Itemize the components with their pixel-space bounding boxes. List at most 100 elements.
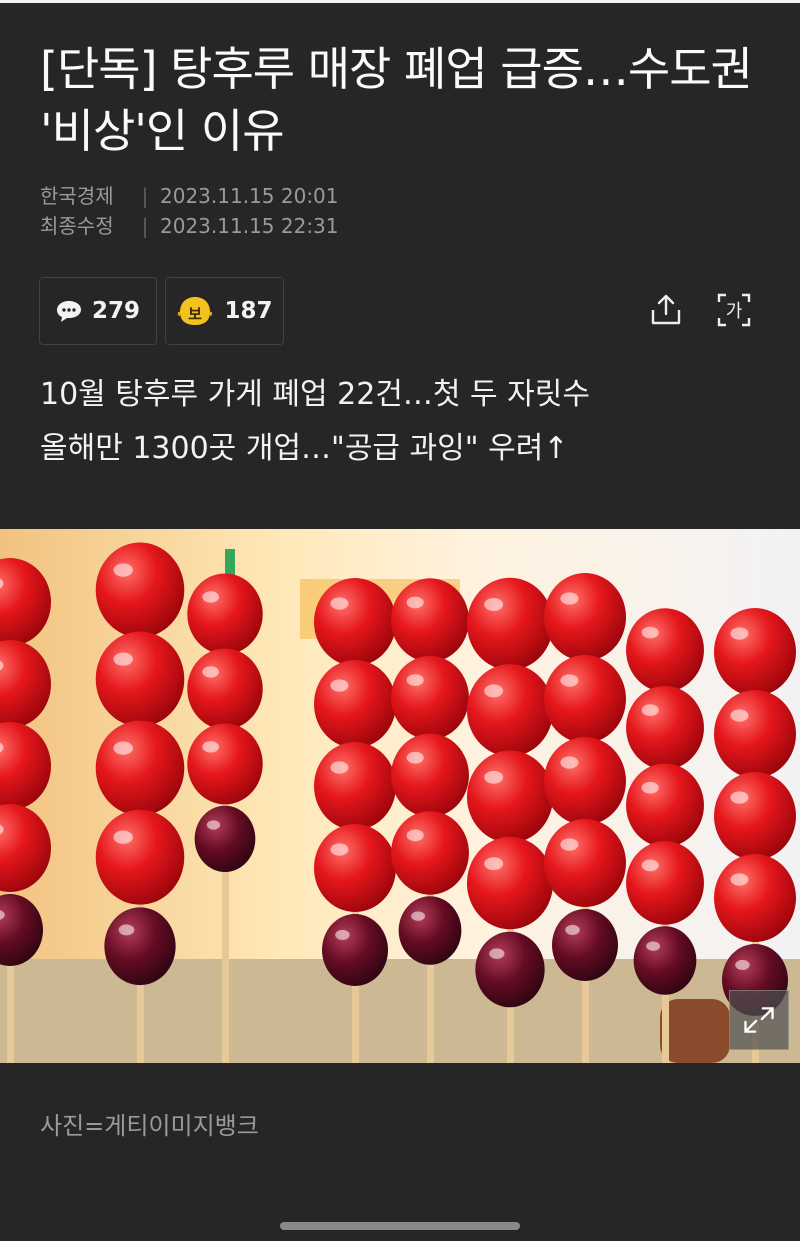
candied-grape (475, 931, 545, 1008)
glaze-highlight (560, 592, 579, 605)
candied-strawberry (314, 578, 396, 666)
candied-strawberry (391, 733, 469, 818)
glaze-highlight (406, 829, 424, 842)
glaze-highlight (330, 679, 349, 692)
font-size-icon[interactable]: 가 (716, 292, 752, 328)
reactions-button[interactable]: 보 187 (165, 277, 284, 345)
modified-meta: 최종수정 | 2023.11.15 22:31 (40, 212, 339, 240)
glaze-highlight (641, 704, 659, 716)
reaction-face-icon: 보 (178, 297, 213, 325)
photo-caption: 사진=게티이미지뱅크 (40, 1112, 259, 1140)
candied-grape (322, 914, 388, 986)
meta-separator: | (141, 214, 149, 238)
glaze-highlight (730, 873, 749, 886)
published-meta: 한국경제 | 2023.11.15 20:01 (40, 182, 339, 210)
glaze-highlight (730, 791, 749, 804)
candied-strawberry (391, 578, 469, 662)
subtitle-line-1: 10월 탕후루 가게 폐업 22건…첫 두 자릿수 (40, 377, 590, 412)
candied-strawberry (626, 608, 704, 692)
published-date: 2023.11.15 20:01 (160, 184, 339, 208)
candied-strawberry (714, 854, 796, 942)
candied-strawberry (466, 577, 554, 671)
modified-date: 2023.11.15 22:31 (160, 214, 339, 238)
candied-strawberry (714, 690, 796, 778)
candied-strawberry (544, 819, 626, 907)
candied-strawberry (187, 648, 263, 730)
glaze-highlight (335, 929, 350, 940)
glaze-highlight (406, 674, 424, 686)
candied-strawberry (626, 763, 704, 848)
comments-button[interactable]: 279 (39, 277, 157, 345)
candied-strawberry (314, 742, 396, 830)
glaze-highlight (411, 911, 425, 921)
reaction-face-text: 보 (189, 305, 203, 323)
candied-strawberry (626, 685, 704, 770)
candied-strawberry (95, 631, 185, 727)
glaze-highlight (118, 924, 135, 936)
glaze-highlight (484, 770, 504, 784)
candied-grape (104, 907, 176, 986)
glaze-highlight (330, 843, 349, 856)
article-subtitle: 10월 탕후루 가게 폐업 22건…첫 두 자릿수 올해만 1300곳 개업…"… (40, 368, 760, 476)
strawberry-tanghulu-image (0, 529, 800, 1063)
glaze-highlight (560, 756, 579, 769)
expand-icon[interactable] (729, 990, 789, 1050)
glaze-highlight (484, 857, 504, 871)
candied-grape (398, 896, 462, 965)
glaze-highlight (641, 859, 659, 872)
candied-grape (552, 909, 618, 981)
glaze-highlight (113, 830, 133, 844)
glaze-highlight (484, 598, 504, 611)
candied-strawberry (466, 836, 554, 930)
status-strip (0, 0, 800, 3)
candied-strawberry (95, 809, 185, 905)
glaze-highlight (730, 627, 749, 640)
candied-strawberry (544, 573, 626, 661)
glaze-highlight (565, 924, 580, 935)
glaze-highlight (202, 666, 219, 678)
glaze-highlight (330, 761, 349, 774)
glaze-highlight (735, 959, 750, 970)
source-name[interactable]: 한국경제 (40, 182, 130, 210)
glaze-highlight (641, 626, 659, 639)
share-icon[interactable] (648, 292, 684, 328)
home-indicator[interactable] (280, 1222, 520, 1230)
reaction-count: 187 (224, 298, 273, 324)
glaze-highlight (206, 820, 221, 830)
article-title: [단독] 탕후루 매장 폐업 급증…수도권 '비상'인 이유 (40, 42, 753, 158)
candied-strawberry (187, 573, 263, 655)
glaze-highlight (560, 674, 579, 687)
comment-count: 279 (91, 298, 140, 324)
meta-separator: | (141, 184, 149, 208)
glaze-highlight (406, 596, 424, 609)
candied-strawberry (314, 824, 396, 912)
candied-strawberry (314, 660, 396, 748)
glaze-highlight (113, 741, 133, 755)
candied-grape (633, 926, 697, 995)
font-size-icon-text: 가 (726, 301, 743, 322)
candied-strawberry (466, 664, 554, 757)
glaze-highlight (113, 652, 133, 666)
glaze-highlight (202, 741, 219, 753)
glaze-highlight (489, 948, 505, 959)
candied-strawberry (391, 655, 469, 740)
modified-label: 최종수정 (40, 214, 114, 238)
glaze-highlight (560, 838, 579, 851)
glaze-highlight (330, 597, 349, 610)
candied-strawberry (391, 811, 469, 895)
glaze-highlight (406, 751, 424, 764)
candied-strawberry (714, 608, 796, 696)
glaze-highlight (484, 684, 504, 698)
glaze-highlight (113, 563, 133, 577)
glaze-highlight (730, 709, 749, 722)
candied-strawberry (714, 772, 796, 860)
candied-strawberry (466, 750, 554, 843)
comment-bubble-icon (56, 301, 81, 322)
candied-strawberry (95, 542, 185, 638)
candied-grape (194, 805, 256, 872)
candied-strawberry (544, 737, 626, 825)
article-photo[interactable] (0, 529, 800, 1063)
glaze-highlight (641, 781, 659, 794)
candied-strawberry (544, 655, 626, 743)
glaze-highlight (202, 591, 219, 603)
